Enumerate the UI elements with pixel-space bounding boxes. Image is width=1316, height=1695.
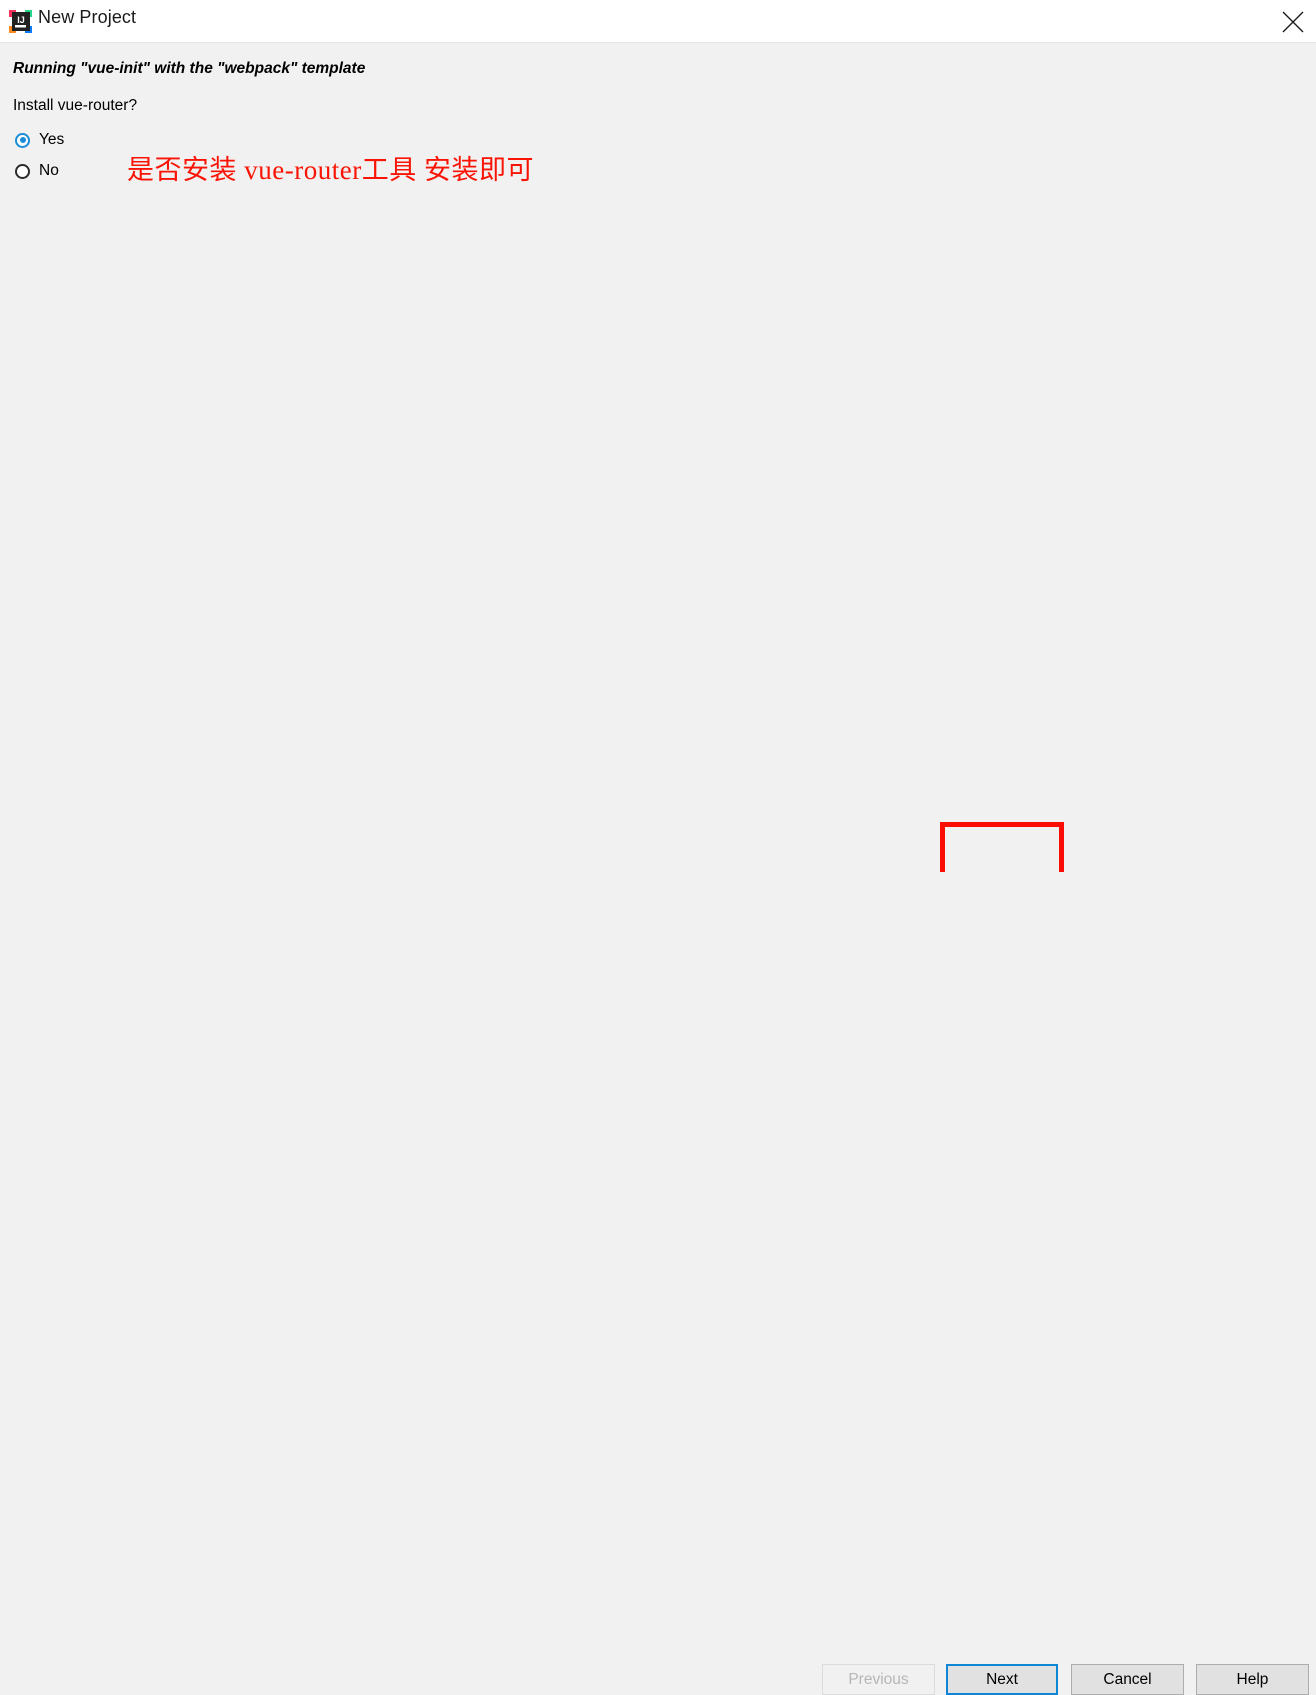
new-project-dialog: IJ New Project Running "vue-init" with t… (0, 0, 1316, 1695)
radio-option-no-label: No (39, 162, 59, 179)
titlebar: IJ New Project (0, 0, 1316, 43)
window-title: New Project (38, 7, 137, 27)
intellij-idea-icon: IJ (8, 9, 33, 34)
running-status-text: Running "vue-init" with the "webpack" te… (13, 60, 366, 77)
radio-selected-icon (15, 132, 30, 148)
annotation-note: 是否安装 vue-router工具 安装即可 (127, 155, 534, 185)
radio-option-yes[interactable]: Yes (15, 129, 64, 151)
close-button[interactable] (1270, 0, 1316, 42)
previous-button[interactable]: Previous (822, 1664, 935, 1695)
dialog-content: Running "vue-init" with the "webpack" te… (0, 43, 1316, 872)
radio-option-yes-label: Yes (39, 131, 65, 148)
cancel-button[interactable]: Cancel (1071, 1664, 1184, 1695)
dialog-button-bar: Previous Next Cancel Help (0, 827, 1316, 1695)
question-label: Install vue-router? (13, 97, 138, 114)
next-button[interactable]: Next (946, 1664, 1058, 1695)
help-button[interactable]: Help (1196, 1664, 1309, 1695)
radio-option-no[interactable]: No (15, 160, 59, 182)
svg-text:IJ: IJ (17, 15, 25, 25)
radio-unselected-icon (15, 163, 30, 179)
